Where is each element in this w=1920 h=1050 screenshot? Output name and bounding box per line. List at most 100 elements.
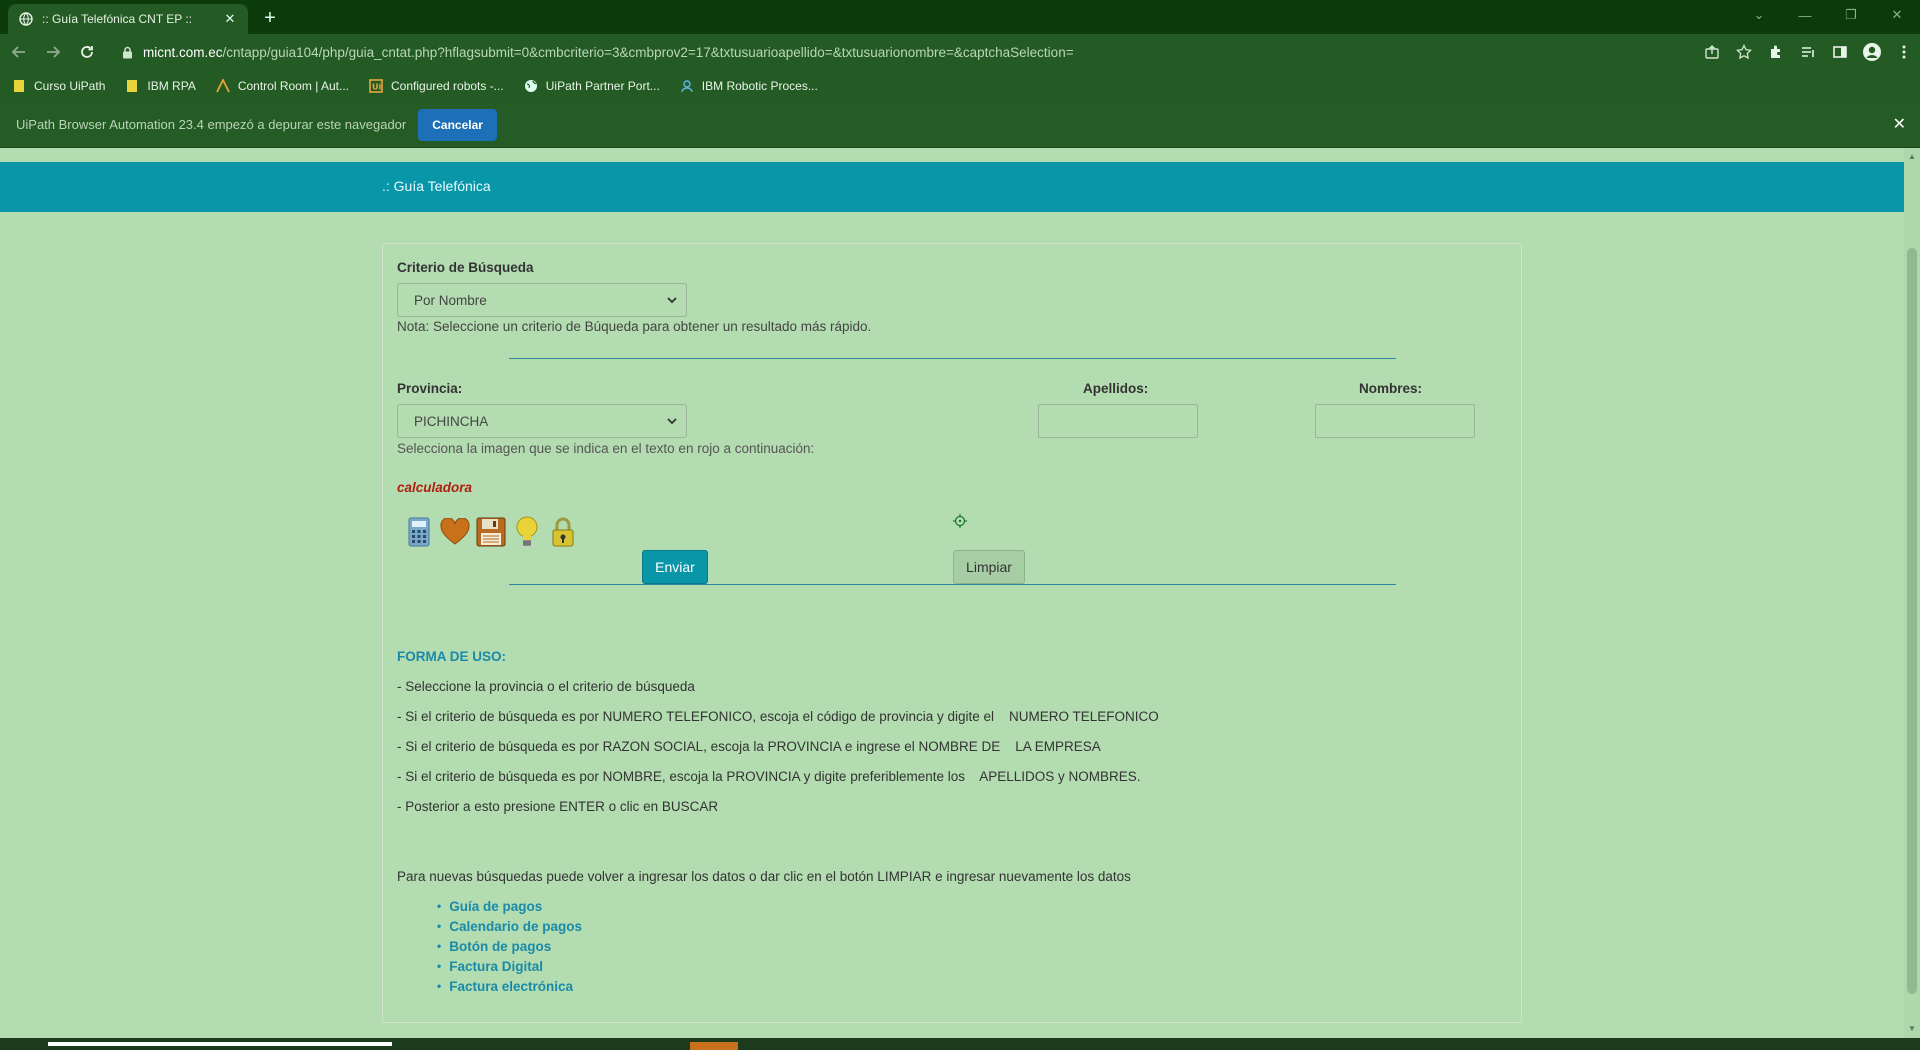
- globe-icon: [524, 79, 538, 93]
- url-host: micnt.com.ec: [143, 44, 223, 60]
- extensions-icon[interactable]: [1760, 38, 1792, 66]
- taskbar-app-icon[interactable]: [690, 1042, 738, 1050]
- howto-line: - Posterior a esto presione ENTER o clic…: [397, 799, 719, 814]
- apellidos-input[interactable]: [1038, 404, 1198, 438]
- howto-title: FORMA DE USO:: [397, 649, 506, 664]
- globe-icon: [18, 11, 34, 27]
- new-tab-button[interactable]: +: [258, 6, 282, 30]
- criterio-note: Nota: Seleccione un criterio de Búqueda …: [397, 319, 872, 334]
- profile-avatar-icon[interactable]: [1856, 38, 1888, 66]
- banner-title: .: Guía Telefónica: [382, 178, 491, 194]
- taskbar-highlight: [48, 1042, 392, 1046]
- nombres-input[interactable]: [1315, 404, 1475, 438]
- bookmark-label: Control Room | Aut...: [237, 79, 349, 93]
- minimize-button[interactable]: —: [1782, 0, 1828, 30]
- divider: [509, 358, 1396, 359]
- close-window-button[interactable]: ✕: [1874, 0, 1920, 30]
- howto-line: - Si el criterio de búsqueda es por NUME…: [397, 709, 1159, 724]
- bookmark-label: IBM RPA: [147, 79, 196, 93]
- bookmark-item[interactable]: IBM RPA: [125, 79, 196, 93]
- scroll-down-icon[interactable]: ▼: [1907, 1024, 1917, 1034]
- bookmark-item[interactable]: Curso UiPath: [12, 79, 105, 93]
- menu-kebab-icon[interactable]: [1888, 38, 1920, 66]
- criterio-label: Criterio de Búsqueda: [397, 260, 534, 275]
- provincia-select[interactable]: PICHINCHA: [397, 404, 687, 438]
- link-calendario-de-pagos[interactable]: Calendario de pagos: [437, 916, 582, 936]
- folder-icon: [125, 79, 139, 93]
- os-taskbar: [0, 1038, 1920, 1050]
- infobar-message: UiPath Browser Automation 23.4 empezó a …: [16, 117, 407, 132]
- chevron-down-icon: [667, 418, 677, 425]
- close-tab-icon[interactable]: ✕: [222, 11, 238, 27]
- page-banner: .: Guía Telefónica: [0, 162, 1904, 212]
- url-path: /cntapp/guia104/php/guia_cntat.php?hflag…: [222, 44, 1074, 60]
- crosshair-icon: [953, 514, 967, 528]
- user-icon: [680, 79, 694, 93]
- share-icon[interactable]: [1696, 38, 1728, 66]
- limpiar-button[interactable]: Limpiar: [953, 550, 1025, 584]
- address-bar[interactable]: micnt.com.ec/cntapp/guia104/php/guia_cnt…: [108, 38, 1764, 66]
- restore-button[interactable]: ❐: [1828, 0, 1874, 30]
- page-scrollbar[interactable]: ▲ ▼: [1904, 148, 1920, 1038]
- link-boton-de-pagos[interactable]: Botón de pagos: [437, 936, 582, 956]
- bookmark-item[interactable]: UiPath Partner Port...: [524, 79, 660, 93]
- captcha-instruction: Selecciona la imagen que se indica en el…: [397, 441, 815, 456]
- debug-infobar: UiPath Browser Automation 23.4 empezó a …: [0, 102, 1920, 148]
- provincia-selected-value: PICHINCHA: [414, 413, 489, 429]
- close-infobar-icon[interactable]: ✕: [1893, 114, 1906, 134]
- lock-icon[interactable]: [122, 46, 133, 59]
- criterio-selected-value: Por Nombre: [414, 292, 487, 308]
- link-factura-digital[interactable]: Factura Digital: [437, 956, 582, 976]
- scroll-up-icon[interactable]: ▲: [1907, 152, 1917, 162]
- browser-tab[interactable]: :: Guía Telefónica CNT EP :: ✕: [8, 4, 248, 34]
- new-search-note: Para nuevas búsquedas puede volver a ing…: [397, 869, 1131, 884]
- floppy-disk-icon[interactable]: [473, 514, 509, 550]
- nombres-label: Nombres:: [1359, 381, 1423, 396]
- toolbar-actions: [1696, 38, 1920, 66]
- reload-button[interactable]: [72, 37, 102, 67]
- automation-anywhere-icon: [216, 79, 230, 93]
- folder-icon: [12, 79, 26, 93]
- howto-line: - Si el criterio de búsqueda es por RAZO…: [397, 739, 1101, 754]
- calculator-icon[interactable]: [401, 514, 437, 550]
- chevron-down-icon: [667, 297, 677, 304]
- links-list: Guía de pagos Calendario de pagos Botón …: [437, 896, 582, 996]
- apellidos-label: Apellidos:: [1083, 381, 1149, 396]
- bookmark-label: IBM Robotic Proces...: [701, 79, 818, 93]
- uipath-icon: Ui: [369, 79, 383, 93]
- tab-title: :: Guía Telefónica CNT EP ::: [42, 12, 193, 26]
- captcha-target-word: calculadora: [397, 480, 473, 495]
- media-queue-icon[interactable]: [1792, 38, 1824, 66]
- heart-icon[interactable]: [437, 514, 473, 550]
- back-button[interactable]: [4, 37, 34, 67]
- side-panel-icon[interactable]: [1824, 38, 1856, 66]
- bookmark-label: Curso UiPath: [34, 79, 106, 93]
- link-guia-de-pagos[interactable]: Guía de pagos: [437, 896, 582, 916]
- howto-line: - Si el criterio de búsqueda es por NOMB…: [397, 769, 1141, 784]
- bookmark-item[interactable]: Ui Configured robots -...: [369, 79, 504, 93]
- enviar-button[interactable]: Enviar: [642, 550, 708, 584]
- svg-text:Ui: Ui: [372, 83, 381, 92]
- padlock-icon[interactable]: [545, 514, 581, 550]
- bookmark-item[interactable]: IBM Robotic Proces...: [680, 79, 818, 93]
- forward-button[interactable]: [38, 37, 68, 67]
- chevron-down-icon[interactable]: ⌄: [1736, 0, 1782, 30]
- bookmarks-bar: Curso UiPath IBM RPA Control Room | Aut...…: [0, 70, 1920, 102]
- lightbulb-icon[interactable]: [509, 514, 545, 550]
- bookmark-item[interactable]: Control Room | Aut...: [216, 79, 349, 93]
- howto-line: - Seleccione la provincia o el criterio …: [397, 679, 695, 694]
- search-panel: Criterio de Búsqueda Por Nombre Nota: Se…: [382, 243, 1522, 1023]
- bookmark-label: UiPath Partner Port...: [545, 79, 660, 93]
- divider: [509, 584, 1396, 585]
- captcha-image-options: [401, 514, 581, 550]
- star-bookmark-icon[interactable]: [1728, 38, 1760, 66]
- provincia-label: Provincia:: [397, 381, 463, 396]
- tab-strip: :: Guía Telefónica CNT EP :: ✕ + ⌄ — ❐ ✕: [0, 0, 1920, 34]
- page-viewport: .: Guía Telefónica Criterio de Búsqueda …: [0, 148, 1904, 1038]
- scrollbar-thumb[interactable]: [1907, 248, 1917, 994]
- bookmark-label: Configured robots -...: [391, 79, 504, 93]
- cancel-debug-button[interactable]: Cancelar: [418, 108, 497, 141]
- link-factura-electronica[interactable]: Factura electrónica: [437, 976, 582, 996]
- criterio-select[interactable]: Por Nombre: [397, 283, 687, 317]
- browser-toolbar: micnt.com.ec/cntapp/guia104/php/guia_cnt…: [0, 34, 1920, 70]
